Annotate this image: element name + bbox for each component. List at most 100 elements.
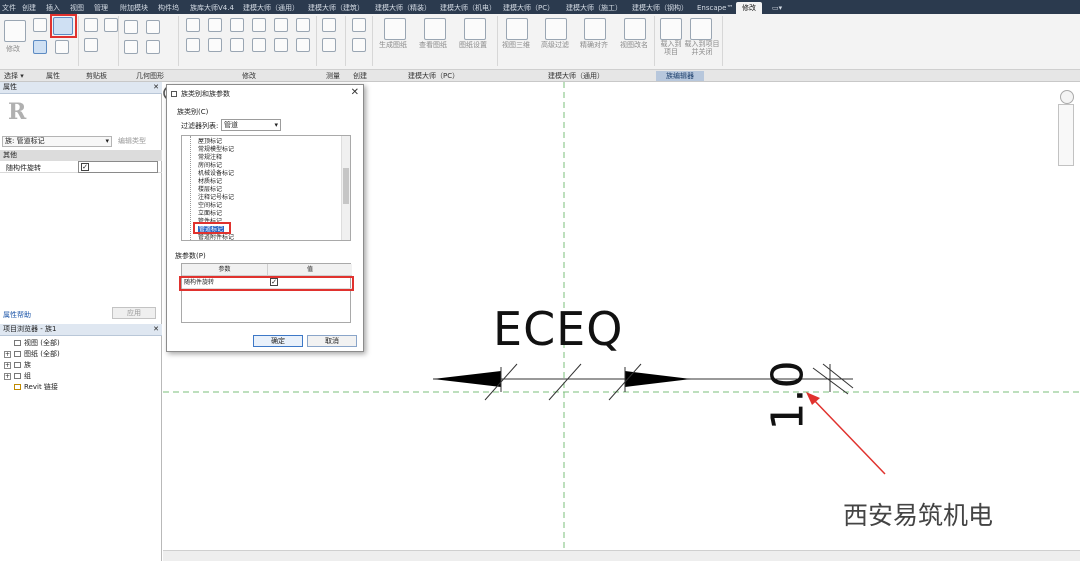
- ribbon-separator: [497, 16, 498, 66]
- align-button[interactable]: [186, 18, 200, 32]
- expand-icon[interactable]: +: [4, 351, 11, 358]
- split-button[interactable]: [274, 18, 288, 32]
- cut-geometry-button[interactable]: [124, 40, 138, 54]
- category-item[interactable]: 材质标记: [198, 178, 222, 185]
- tab-file[interactable]: 文件: [2, 2, 16, 14]
- advanced-filter-button[interactable]: [545, 18, 567, 40]
- tab-modify[interactable]: 修改: [736, 2, 762, 14]
- tab-modeling-pc[interactable]: 建模大师（PC）: [503, 2, 554, 14]
- tab-addins[interactable]: 附加模块: [120, 2, 148, 14]
- close-icon[interactable]: ✕: [153, 324, 159, 335]
- category-item[interactable]: 常规注释: [198, 154, 222, 161]
- join-button[interactable]: [146, 20, 160, 34]
- navigation-bar[interactable]: [1058, 104, 1074, 166]
- properties-button[interactable]: [33, 40, 47, 54]
- browser-item-groups[interactable]: + 组: [4, 371, 31, 381]
- tab-component-dock[interactable]: 构件坞: [158, 2, 179, 14]
- browser-item-families[interactable]: + 族: [4, 360, 31, 370]
- scale-button[interactable]: [274, 38, 288, 52]
- ribbon-separator: [722, 16, 723, 66]
- link-icon: [14, 384, 21, 390]
- tab-view-toggle[interactable]: ▭▾: [772, 2, 782, 14]
- tab-insert[interactable]: 插入: [46, 2, 60, 14]
- properties-help-link[interactable]: 属性帮助: [3, 310, 31, 320]
- browser-item-label: 族: [24, 361, 31, 369]
- type-selector[interactable]: 族: 管道标记 ▾: [2, 136, 112, 147]
- tab-modeling-construction[interactable]: 建模大师（施工）: [566, 2, 622, 14]
- filter-list-select[interactable]: 管道 ▾: [221, 119, 281, 131]
- dimension-button[interactable]: [322, 38, 336, 52]
- rename-view-button[interactable]: [624, 18, 646, 40]
- edit-type-button[interactable]: 编辑类型: [118, 136, 146, 146]
- scrollbar-thumb[interactable]: [343, 168, 349, 204]
- tab-family-library[interactable]: 族库大师V4.4: [190, 2, 234, 14]
- view-3d-button[interactable]: [506, 18, 528, 40]
- offset-button[interactable]: [208, 18, 222, 32]
- category-item[interactable]: 空间标记: [198, 202, 222, 209]
- chevron-down-icon: ▾: [274, 121, 278, 129]
- browser-item-views[interactable]: 视图 (全部): [4, 338, 60, 348]
- category-item[interactable]: 常规模型标记: [198, 146, 234, 153]
- category-item[interactable]: 立面标记: [198, 210, 222, 217]
- tab-create[interactable]: 创建: [22, 2, 36, 14]
- property-value-cell[interactable]: ✓: [78, 161, 158, 173]
- unjoin-button[interactable]: [146, 40, 160, 54]
- view-drawing-button[interactable]: [424, 18, 446, 40]
- load-into-project-button[interactable]: [660, 18, 682, 40]
- panel-select[interactable]: 选择 ▾: [4, 71, 24, 81]
- array-button[interactable]: [252, 38, 266, 52]
- delete-button[interactable]: [296, 38, 310, 52]
- family-types-button[interactable]: [55, 40, 69, 54]
- move-button[interactable]: [186, 38, 200, 52]
- generate-drawing-button[interactable]: [384, 18, 406, 40]
- tab-modeling-steel[interactable]: 建模大师（钢构）: [632, 2, 688, 14]
- close-icon[interactable]: ✕: [351, 87, 359, 98]
- properties-group-header[interactable]: 其他: [0, 150, 162, 161]
- rotate-button[interactable]: [230, 38, 244, 52]
- precise-align-button[interactable]: [584, 18, 606, 40]
- tag-value-text[interactable]: 1.0: [762, 361, 813, 431]
- category-item[interactable]: 注释记号标记: [198, 194, 234, 201]
- category-list-scrollbar[interactable]: [341, 136, 350, 240]
- modify-tool-button[interactable]: [4, 20, 26, 42]
- close-icon[interactable]: ✕: [153, 82, 159, 93]
- mirror-axis-button[interactable]: [230, 18, 244, 32]
- cancel-button[interactable]: 取消: [307, 335, 357, 347]
- trim-button[interactable]: [296, 18, 310, 32]
- create-group-button[interactable]: [352, 38, 366, 52]
- cope-button[interactable]: [124, 20, 138, 34]
- create-similar-button[interactable]: [352, 18, 366, 32]
- type-properties-button[interactable]: [33, 18, 47, 32]
- mirror-draw-button[interactable]: [252, 18, 266, 32]
- copy-element-button[interactable]: [208, 38, 222, 52]
- expand-icon[interactable]: +: [4, 373, 11, 380]
- view-cube-icon[interactable]: [1060, 90, 1074, 104]
- tab-modeling-general[interactable]: 建模大师（通用）: [243, 2, 299, 14]
- load-and-close-button[interactable]: [690, 18, 712, 40]
- tab-modeling-decor[interactable]: 建模大师（精装）: [375, 2, 431, 14]
- panel-modify: 修改: [242, 72, 256, 80]
- family-icon: [14, 362, 21, 368]
- tab-modeling-arch[interactable]: 建模大师（建筑）: [308, 2, 364, 14]
- category-item[interactable]: 机械设备标记: [198, 170, 234, 177]
- category-item[interactable]: 管道附件标记: [198, 234, 234, 240]
- browser-item-revit-links[interactable]: Revit 链接: [4, 382, 58, 392]
- copy-button[interactable]: [84, 38, 98, 52]
- drawing-settings-button[interactable]: [464, 18, 486, 40]
- category-item[interactable]: 楼层标记: [198, 186, 222, 193]
- expand-icon[interactable]: +: [4, 362, 11, 369]
- tag-label-text[interactable]: ECEQ: [493, 302, 623, 356]
- paste-button[interactable]: [84, 18, 98, 32]
- measure-button[interactable]: [322, 18, 336, 32]
- tab-modeling-mep[interactable]: 建模大师（机电）: [440, 2, 496, 14]
- ok-button[interactable]: 确定: [253, 335, 303, 347]
- apply-button[interactable]: 应用: [112, 307, 156, 319]
- browser-item-sheets[interactable]: + 图纸 (全部): [4, 349, 60, 359]
- tab-enscape[interactable]: Enscape™: [697, 2, 733, 14]
- rotate-with-component-checkbox[interactable]: ✓: [81, 163, 89, 171]
- cut-button[interactable]: [104, 18, 118, 32]
- tab-manage[interactable]: 管理: [94, 2, 108, 14]
- tab-view[interactable]: 视图: [70, 2, 84, 14]
- category-item[interactable]: 房间标记: [198, 162, 222, 169]
- category-item[interactable]: 屋顶标记: [198, 138, 222, 145]
